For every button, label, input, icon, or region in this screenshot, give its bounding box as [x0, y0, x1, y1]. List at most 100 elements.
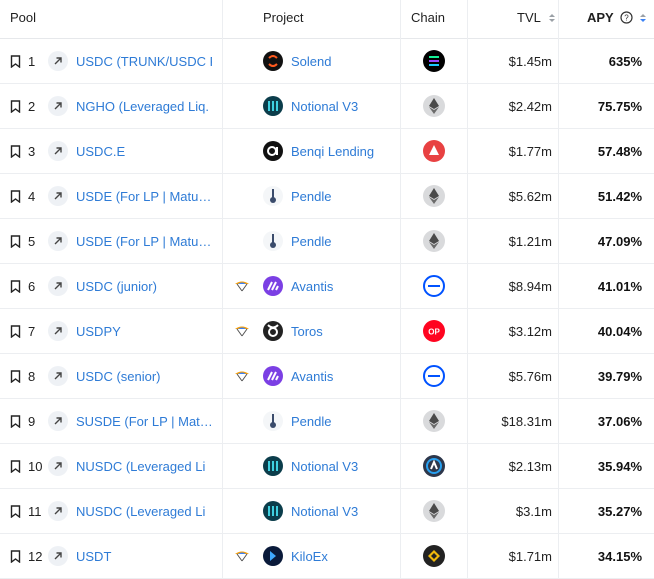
project-link[interactable]: KiloEx — [291, 534, 328, 578]
pool-link[interactable]: NUSDC (Leveraged Li — [76, 444, 212, 488]
project-link[interactable]: Toros — [291, 309, 323, 353]
rank-number: 3 — [28, 143, 36, 159]
solana-chain-icon[interactable] — [423, 50, 445, 72]
bsc-chain-icon[interactable] — [423, 545, 445, 567]
bookmark-icon[interactable] — [10, 534, 22, 578]
table-row[interactable]: 4 USDE (For LP | Matu… Pendle $5.62m 51.42% — [0, 174, 654, 219]
project-link[interactable]: Notional V3 — [291, 489, 358, 533]
bookmark-icon[interactable] — [10, 489, 22, 533]
kiloex-logo-icon — [263, 546, 283, 566]
toros-logo-icon — [263, 321, 283, 341]
table-row[interactable]: 5 USDE (For LP | Matu… Pendle $1.21m 47.09% — [0, 219, 654, 264]
table-row[interactable]: 2 NGHO (Leveraged Liq. Notional V3 $2.42m 75… — [0, 84, 654, 129]
table-row[interactable]: 12 USDT KiloEx $1.71m 34.15% — [0, 534, 654, 579]
external-link-icon[interactable] — [48, 51, 68, 71]
project-link[interactable]: Notional V3 — [291, 84, 358, 128]
bookmark-icon[interactable] — [10, 309, 22, 353]
pool-link[interactable]: USDC (junior) — [76, 264, 212, 308]
bookmark-icon[interactable] — [10, 444, 22, 488]
table-row[interactable]: 9 SUSDE (For LP | Mat… Pendle $18.31m 37.06% — [0, 399, 654, 444]
external-link-icon[interactable] — [48, 141, 68, 161]
rank-number: 9 — [28, 413, 36, 429]
tvl-value: $18.31m — [501, 413, 552, 429]
project-link[interactable]: Pendle — [291, 219, 331, 263]
table-row[interactable]: 11 NUSDC (Leveraged Li Notional V3 $3.1m 35.… — [0, 489, 654, 534]
pool-link[interactable]: USDT — [76, 534, 212, 578]
bookmark-icon[interactable] — [10, 39, 22, 83]
pool-link[interactable]: USDE (For LP | Matu… — [76, 219, 212, 263]
sort-icon — [639, 14, 646, 22]
project-link[interactable]: Benqi Lending — [291, 129, 374, 173]
bookmark-icon[interactable] — [10, 399, 22, 443]
base-chain-icon[interactable] — [423, 275, 445, 297]
header-apy[interactable]: APY ? — [587, 10, 647, 25]
table-header: Pool Project Chain TVL APY ? — [0, 0, 654, 39]
pendle-logo-icon — [263, 231, 283, 251]
header-chain[interactable]: Chain — [411, 10, 445, 25]
arbitrum-chain-icon[interactable] — [423, 455, 445, 477]
external-link-icon[interactable] — [48, 276, 68, 296]
apy-value: 40.04% — [597, 323, 642, 339]
pool-link[interactable]: USDC (senior) — [76, 354, 212, 398]
pools-table: Pool Project Chain TVL APY ? 1 USDC (TRUN… — [0, 0, 654, 579]
external-link-icon[interactable] — [48, 186, 68, 206]
external-link-icon[interactable] — [48, 231, 68, 251]
external-link-icon[interactable] — [48, 96, 68, 116]
external-link-icon[interactable] — [48, 321, 68, 341]
help-icon[interactable]: ? — [620, 11, 633, 24]
table-row[interactable]: 8 USDC (senior) Avantis $5.76m 39.79% — [0, 354, 654, 399]
pool-link[interactable]: USDPY — [76, 309, 212, 353]
project-link[interactable]: Avantis — [291, 354, 333, 398]
apy-value: 47.09% — [597, 233, 642, 249]
rank-number: 5 — [28, 233, 36, 249]
rank-number: 12 — [28, 548, 43, 564]
table-row[interactable]: 3 USDC.E Benqi Lending $1.77m 57.48% — [0, 129, 654, 174]
table-row[interactable]: 6 USDC (junior) Avantis $8.94m 41.01% — [0, 264, 654, 309]
avalanche-chain-icon[interactable] — [423, 140, 445, 162]
ethereum-chain-icon[interactable] — [423, 230, 445, 252]
apy-value: 41.01% — [597, 278, 642, 294]
project-link[interactable]: Avantis — [291, 264, 333, 308]
tvl-value: $3.1m — [515, 503, 552, 519]
external-link-icon[interactable] — [48, 456, 68, 476]
pool-link[interactable]: SUSDE (For LP | Mat… — [76, 399, 212, 443]
rank-number: 8 — [28, 368, 36, 384]
rank-number: 2 — [28, 98, 36, 114]
pool-link[interactable]: USDC (TRUNK/USDC F — [76, 39, 212, 83]
project-link[interactable]: Pendle — [291, 174, 331, 218]
table-row[interactable]: 10 NUSDC (Leveraged Li Notional V3 $2.13m 35… — [0, 444, 654, 489]
base-chain-icon[interactable] — [423, 365, 445, 387]
table-row[interactable]: 7 USDPY Toros OP $3.12m 40.04% — [0, 309, 654, 354]
external-link-icon[interactable] — [48, 411, 68, 431]
pool-link[interactable]: NUSDC (Leveraged Li — [76, 489, 212, 533]
pool-link[interactable]: NGHO (Leveraged Liq. — [76, 84, 212, 128]
external-link-icon[interactable] — [48, 501, 68, 521]
tvl-value: $5.76m — [508, 368, 552, 384]
pool-link[interactable]: USDE (For LP | Matu… — [76, 174, 212, 218]
project-link[interactable]: Solend — [291, 39, 331, 83]
header-tvl[interactable]: TVL — [517, 10, 556, 25]
ethereum-chain-icon[interactable] — [423, 185, 445, 207]
header-pool[interactable]: Pool — [10, 10, 36, 25]
ethereum-chain-icon[interactable] — [423, 500, 445, 522]
table-row[interactable]: 1 USDC (TRUNK/USDC F Solend $1.45m 635% — [0, 39, 654, 84]
apy-value: 75.75% — [597, 98, 642, 114]
tvl-value: $5.62m — [508, 188, 552, 204]
external-link-icon[interactable] — [48, 546, 68, 566]
pool-link[interactable]: USDC.E — [76, 129, 212, 173]
bookmark-icon[interactable] — [10, 174, 22, 218]
tvl-value: $1.77m — [508, 143, 552, 159]
bookmark-icon[interactable] — [10, 84, 22, 128]
svg-text:?: ? — [625, 14, 630, 23]
header-project[interactable]: Project — [263, 10, 303, 25]
bookmark-icon[interactable] — [10, 219, 22, 263]
bookmark-icon[interactable] — [10, 129, 22, 173]
ethereum-chain-icon[interactable] — [423, 410, 445, 432]
bookmark-icon[interactable] — [10, 264, 22, 308]
bookmark-icon[interactable] — [10, 354, 22, 398]
ethereum-chain-icon[interactable] — [423, 95, 445, 117]
project-link[interactable]: Pendle — [291, 399, 331, 443]
external-link-icon[interactable] — [48, 366, 68, 386]
optimism-chain-icon[interactable]: OP — [423, 320, 445, 342]
project-link[interactable]: Notional V3 — [291, 444, 358, 488]
